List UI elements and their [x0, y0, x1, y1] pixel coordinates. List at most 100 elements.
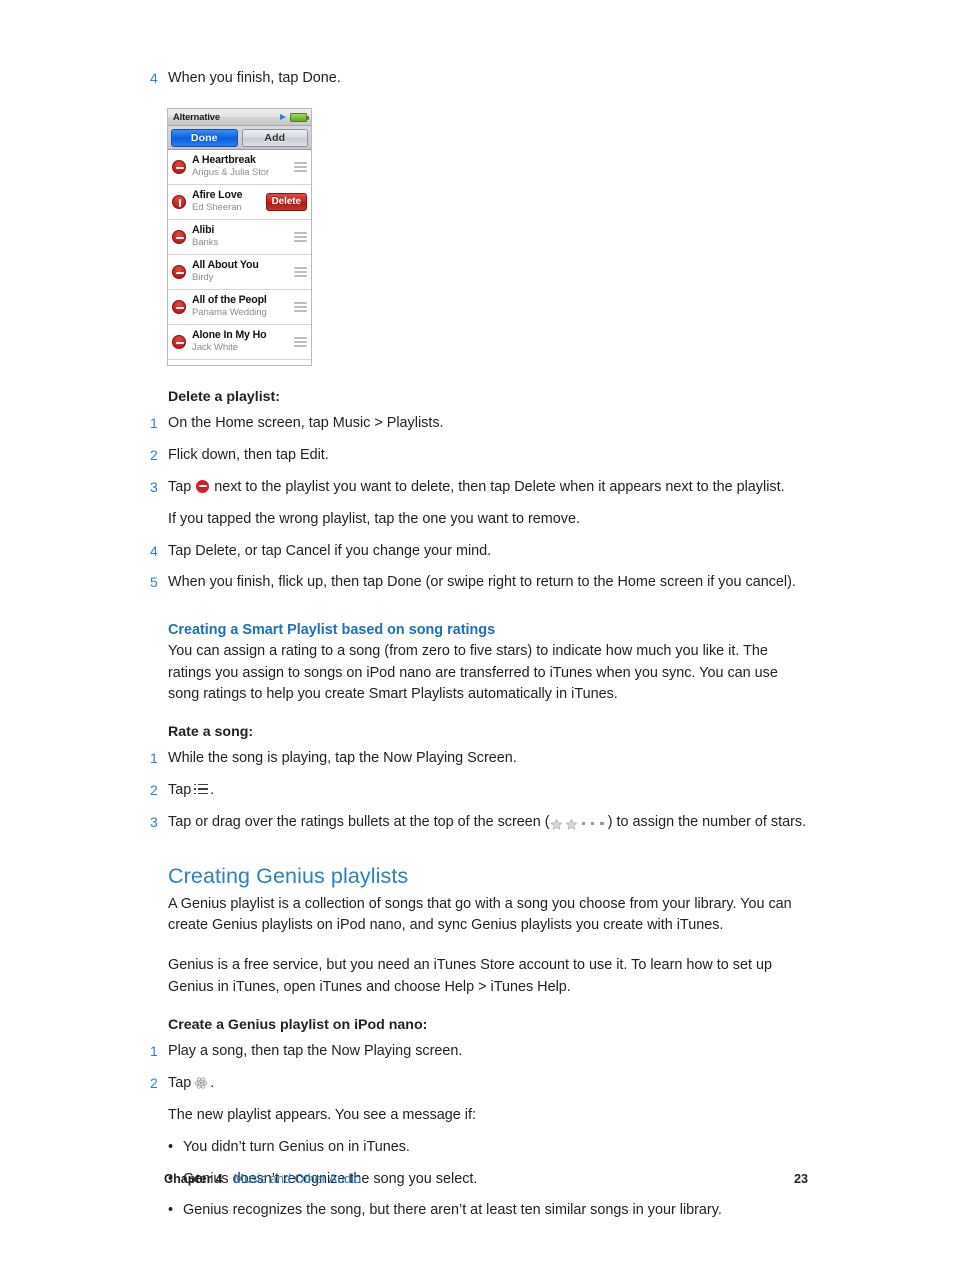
table-row[interactable]: All About You Birdy: [168, 255, 311, 290]
star-icon: [565, 818, 577, 830]
list-item: 2 Tap.: [148, 1073, 808, 1094]
list-item: 3 Tap or drag over the ratings bullets a…: [148, 812, 808, 835]
battery-icon: [290, 112, 309, 122]
list-item: 1 On the Home screen, tap Music > Playli…: [148, 413, 808, 434]
song-title: Alone In My Ho: [192, 329, 267, 342]
step-text: Tap.: [168, 780, 808, 801]
bullet-text: You didn’t turn Genius on in iTunes.: [183, 1138, 410, 1155]
song-title: All About You: [192, 259, 259, 272]
play-triangle-icon: [280, 114, 286, 120]
list-item: • Genius recognizes the song, but there …: [168, 1200, 808, 1221]
step-number: 3: [150, 813, 158, 830]
step-text-before: Tap: [168, 782, 192, 799]
rating-dot-icon: [581, 821, 585, 825]
smart-playlist-heading: Creating a Smart Playlist based on song …: [168, 622, 496, 639]
table-row[interactable]: A Heartbreak Angus & Julia Stor: [168, 150, 311, 185]
song-title: Alibi: [192, 224, 215, 237]
rate-song-heading: Rate a song:: [168, 724, 254, 741]
device-song-list: A Heartbreak Angus & Julia Stor Afire Lo…: [168, 150, 311, 360]
genius-subheading: Create a Genius playlist on iPod nano:: [168, 1017, 428, 1034]
step-text: Play a song, then tap the Now Playing sc…: [168, 1043, 463, 1060]
step-number: 5: [150, 574, 158, 591]
song-meta: Alibi Banks: [192, 224, 290, 250]
genius-para-2: Genius is a free service, but you need a…: [168, 957, 772, 995]
step-text-before: Tap: [168, 1074, 192, 1091]
step-number: 2: [150, 446, 158, 463]
list-item: 4 When you finish, tap Done.: [148, 68, 808, 89]
delete-playlist-note: If you tapped the wrong playlist, tap th…: [168, 510, 580, 527]
genius-atom-icon: [194, 1077, 208, 1089]
minus-circle-rotated-icon[interactable]: [172, 195, 186, 209]
list-item: • You didn’t turn Genius on in iTunes.: [168, 1137, 808, 1158]
table-row[interactable]: Alone In My Ho Jack White: [168, 325, 311, 360]
song-meta: Alone In My Ho Jack White: [192, 329, 290, 355]
song-meta: All About You Birdy: [192, 259, 290, 285]
bullet-icon: •: [168, 1138, 174, 1155]
minus-circle-icon[interactable]: [172, 230, 186, 244]
delete-playlist-heading: Delete a playlist:: [168, 389, 280, 405]
step-text: When you finish, flick up, then tap Done…: [168, 574, 796, 591]
song-meta: Afire Love Ed Sheeran: [192, 189, 262, 215]
genius-para-1: A Genius playlist is a collection of son…: [168, 895, 792, 934]
rating-dot-icon: [590, 821, 595, 825]
step-text: Tap Delete, or tap Cancel if you change …: [168, 542, 492, 559]
step-text-after: .: [210, 1074, 215, 1091]
reorder-handle-icon[interactable]: [294, 301, 307, 313]
genius-note: The new playlist appears. You see a mess…: [168, 1106, 476, 1123]
song-artist: Banks: [192, 237, 219, 249]
list-item: 5 When you finish, flick up, then tap Do…: [148, 572, 808, 593]
bullet-text: Genius recognizes the song, but there ar…: [183, 1202, 722, 1219]
step-text-before: Tap or drag over the ratings bullets at …: [168, 813, 550, 830]
step-number: 3: [150, 478, 158, 495]
table-row[interactable]: All of the Peopl Panama Wedding: [168, 290, 311, 325]
table-row[interactable]: Afire Love Ed Sheeran Delete: [168, 185, 311, 220]
reorder-handle-icon[interactable]: [294, 231, 307, 243]
step-text: When you finish, tap Done.: [168, 70, 341, 86]
song-title: Afire Love: [192, 189, 243, 202]
reorder-handle-icon[interactable]: [294, 336, 307, 348]
step-text: Flick down, then tap Edit.: [168, 446, 329, 463]
minus-circle-icon[interactable]: [172, 160, 186, 174]
step-text-after: .: [210, 782, 215, 799]
row-delete-button[interactable]: Delete: [265, 192, 307, 212]
reorder-handle-icon[interactable]: [294, 161, 307, 173]
done-button[interactable]: Done: [171, 128, 238, 147]
list-item: 3 Tap next to the playlist you want to d…: [148, 477, 808, 498]
step-text: While the song is playing, tap the Now P…: [168, 750, 517, 767]
reorder-handle-icon[interactable]: [294, 266, 307, 278]
rating-stars-icon: [550, 814, 608, 835]
step-number: 2: [150, 782, 158, 799]
step-text-after: ) to assign the number of stars.: [607, 813, 807, 830]
genius-heading: Creating Genius playlists: [168, 863, 409, 888]
star-icon: [550, 818, 562, 830]
minus-circle-icon[interactable]: [172, 300, 186, 314]
ipod-screenshot: Alternative Done Add A Heartbreak Angus …: [167, 108, 312, 366]
song-meta: A Heartbreak Angus & Julia Stor: [192, 154, 290, 180]
step-text-after: next to the playlist you want to delete,…: [214, 478, 785, 495]
song-artist: Panama Wedding: [192, 307, 267, 319]
smart-playlist-body: You can assign a rating to a song (from …: [168, 643, 778, 702]
song-artist: Ed Sheeran: [192, 202, 242, 214]
list-item: 2 Tap.: [148, 780, 808, 801]
minus-circle-icon[interactable]: [172, 335, 186, 349]
song-artist: Jack White: [192, 342, 238, 354]
step-text-before: Tap: [168, 478, 192, 495]
list-item: 1 Play a song, then tap the Now Playing …: [148, 1041, 808, 1062]
table-row[interactable]: Alibi Banks: [168, 220, 311, 255]
rating-dot-icon: [600, 821, 604, 825]
step-number: 4: [150, 542, 158, 559]
song-artist: Angus & Julia Stor: [192, 167, 270, 179]
step-text: On the Home screen, tap Music > Playlist…: [168, 415, 444, 431]
song-title: All of the Peopl: [192, 294, 267, 307]
step-number: 1: [150, 415, 158, 431]
minus-circle-icon[interactable]: [172, 265, 186, 279]
add-button[interactable]: Add: [241, 128, 308, 147]
device-button-bar: Done Add: [168, 126, 311, 150]
step-number: 1: [150, 1043, 158, 1060]
list-item: 2 Flick down, then tap Edit.: [148, 445, 808, 466]
device-playlist-title: Alternative: [173, 112, 220, 122]
list-item: 4 Tap Delete, or tap Cancel if you chang…: [148, 541, 808, 562]
song-title: A Heartbreak: [192, 154, 256, 167]
minus-circle-icon: [196, 479, 210, 493]
footer-chapter-title: Music and Other Audio: [233, 1172, 362, 1186]
